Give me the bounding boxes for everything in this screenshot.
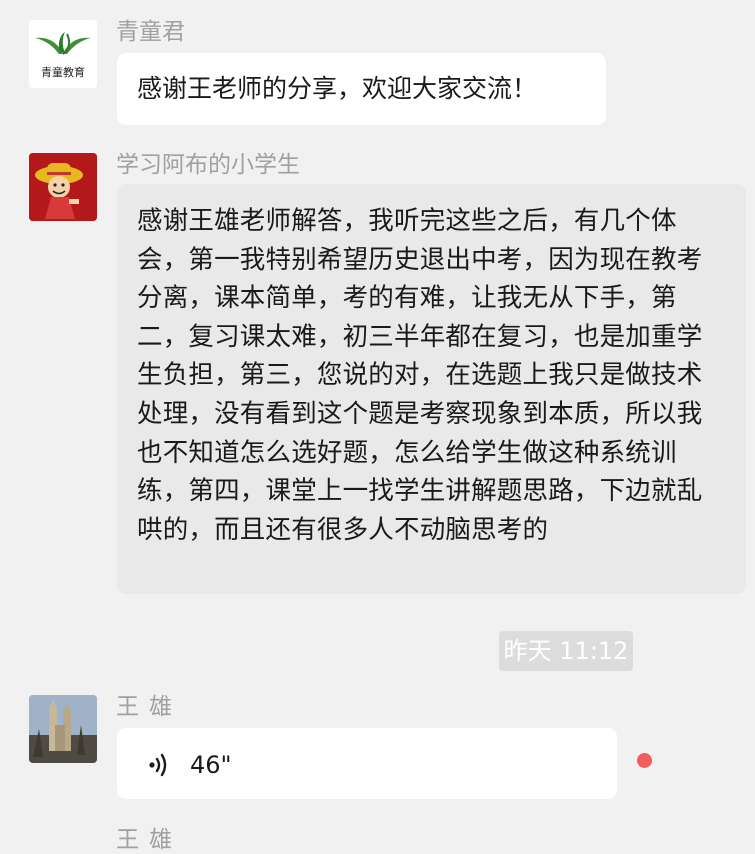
message-bubble[interactable]: 感谢王老师的分享，欢迎大家交流！	[117, 53, 606, 125]
sender-name: 学习阿布的小学生	[116, 152, 300, 178]
qingtong-logo-icon: 青童教育	[29, 20, 97, 88]
building-photo-icon	[29, 695, 97, 763]
logo-text: 青童教育	[41, 65, 85, 79]
avatar[interactable]	[29, 695, 97, 763]
message-bubble[interactable]: 感谢王雄老师解答，我听完这些之后，有几个体会，第一我特别希望历史退出中考，因为现…	[117, 184, 746, 594]
avatar[interactable]	[29, 153, 97, 221]
voice-duration: 46"	[190, 751, 232, 779]
avatar[interactable]: 青童教育	[29, 20, 97, 88]
timestamp-badge: 昨天 11:12	[499, 631, 633, 671]
next-sender-name: 王雄	[116, 827, 182, 853]
sender-name: 王雄	[116, 694, 182, 720]
unread-indicator	[637, 753, 652, 768]
voice-wave-icon	[149, 753, 167, 777]
sender-name: 青童君	[116, 19, 185, 45]
cartoon-avatar-icon	[29, 153, 97, 221]
